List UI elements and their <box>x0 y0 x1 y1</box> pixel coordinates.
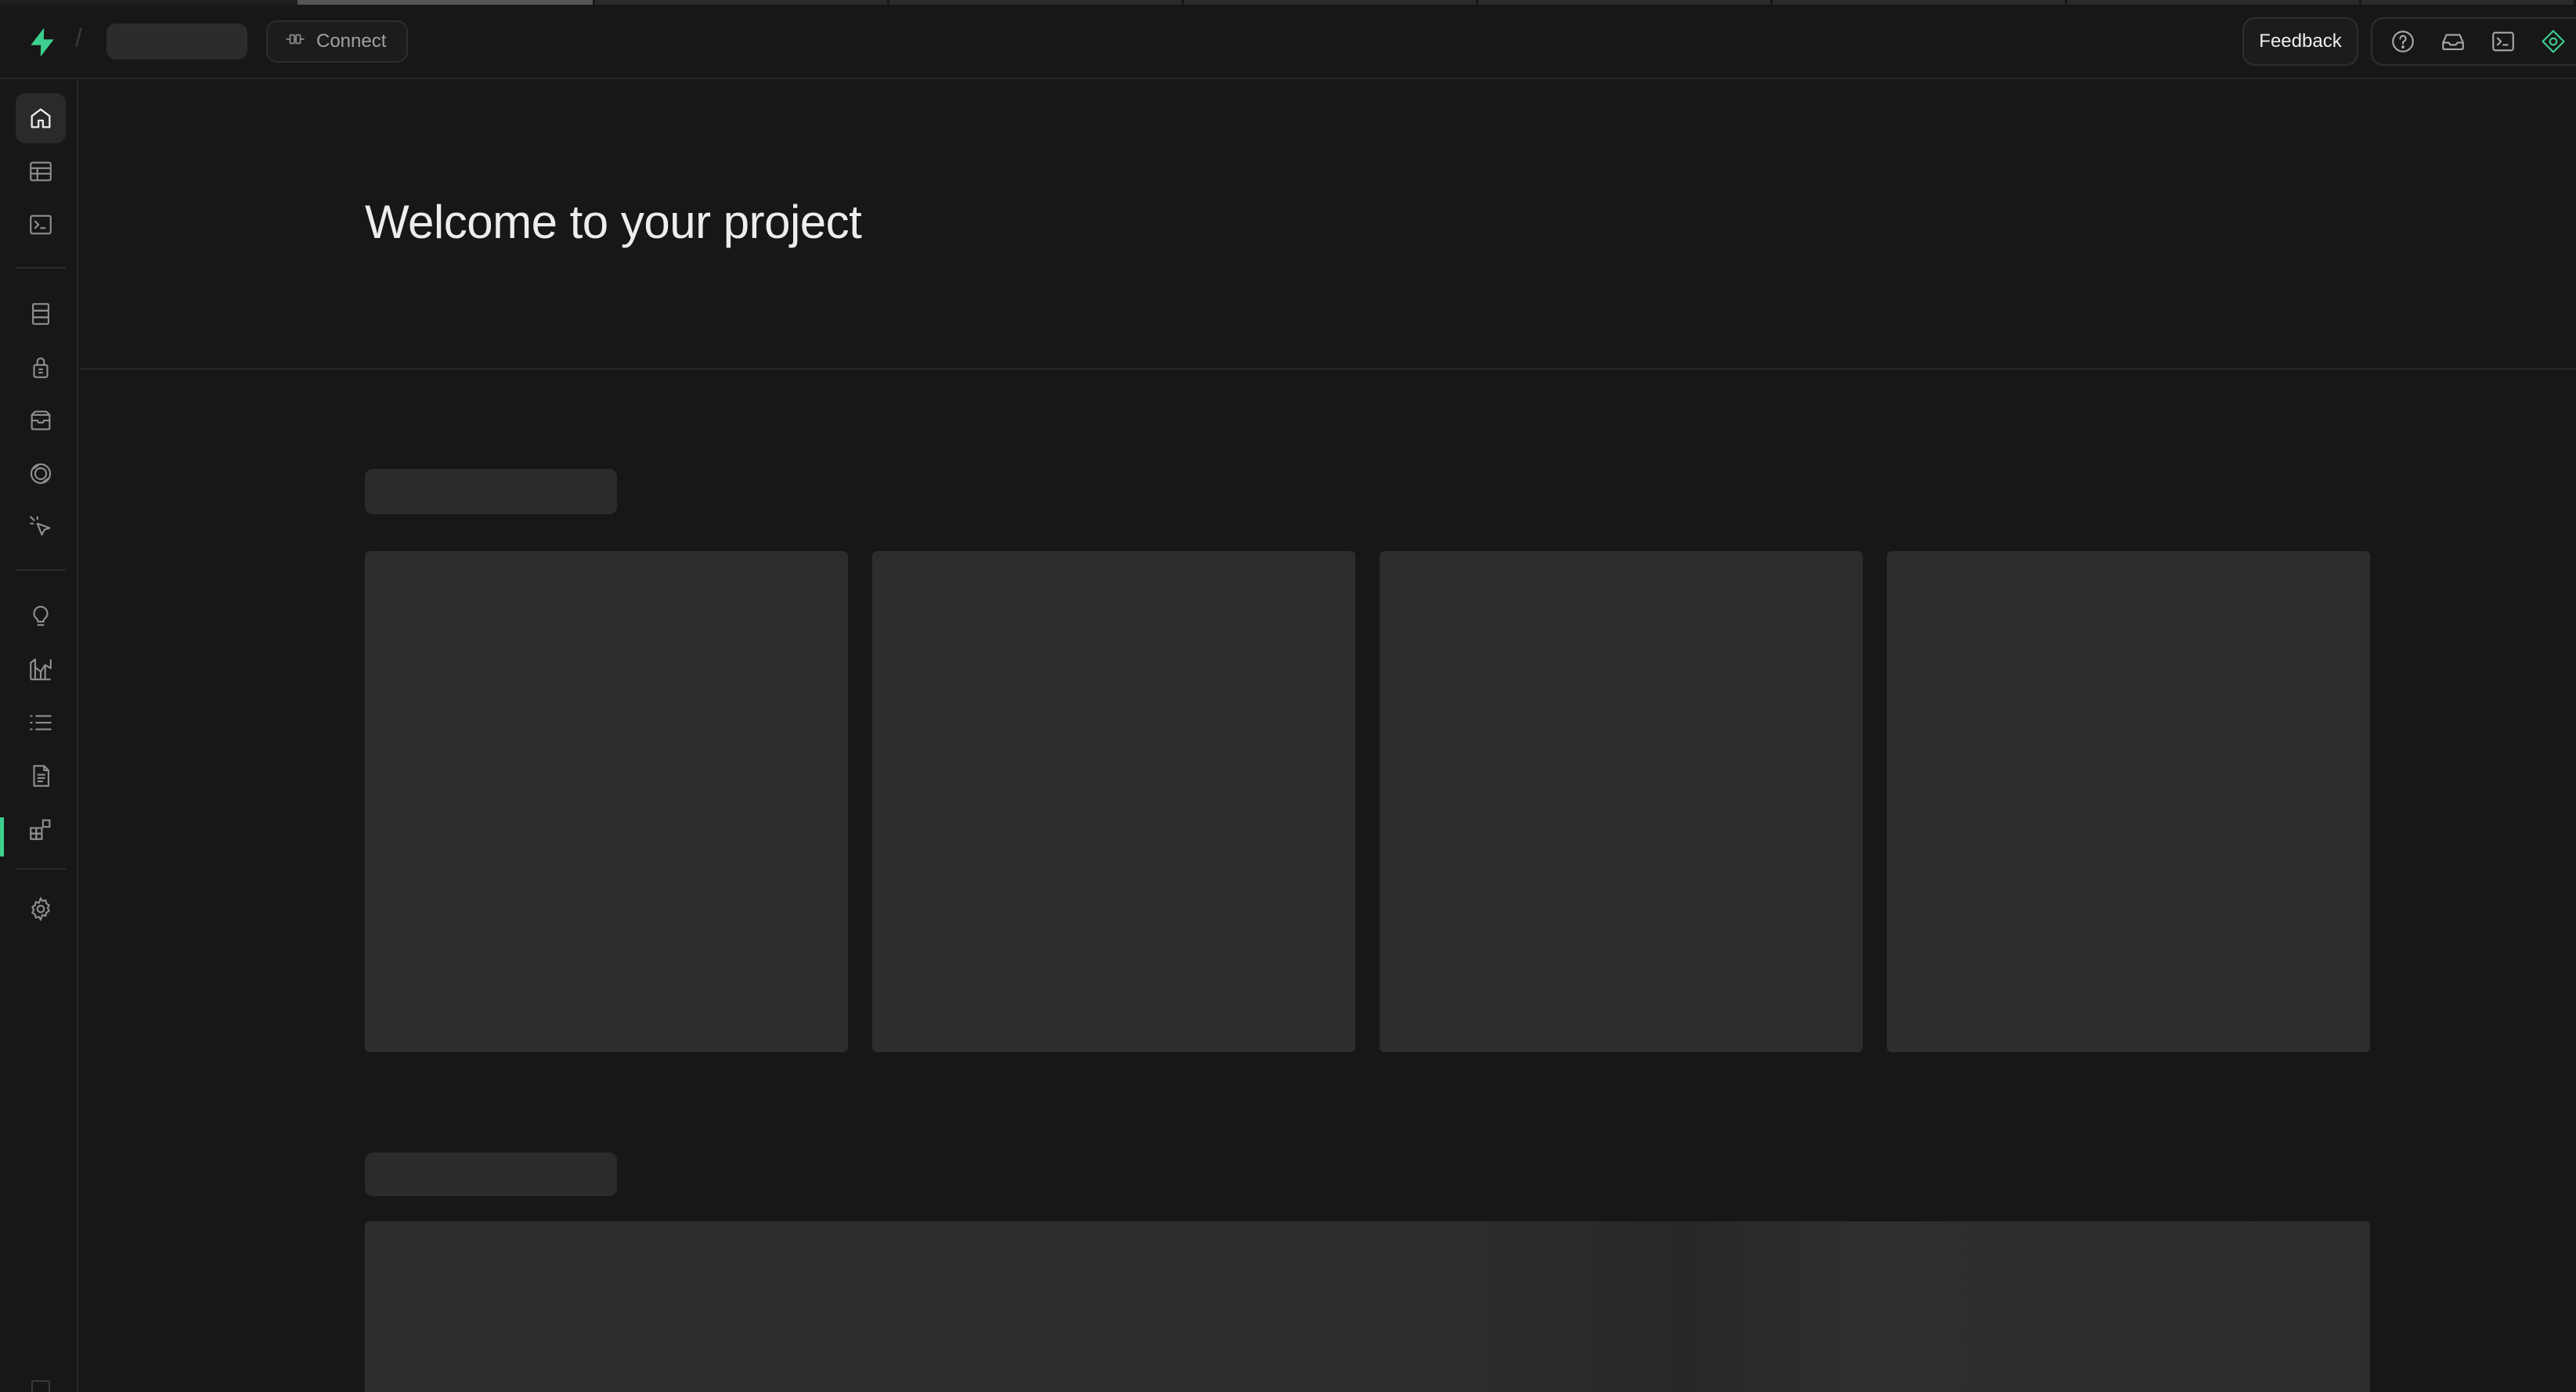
terminal-icon[interactable] <box>2485 23 2521 60</box>
loading-segment <box>1184 0 1478 5</box>
sidebar-collapse-icon[interactable] <box>31 1380 50 1392</box>
card-skeleton <box>365 551 848 1052</box>
breadcrumb-separator: / <box>75 23 82 52</box>
connect-button[interactable]: Connect <box>266 20 408 63</box>
top-bar: / Connect Feedback <box>0 0 2576 79</box>
app-window: / Connect Feedback Welcome to your proje… <box>0 0 2576 1392</box>
sidebar-item-sql-editor[interactable] <box>16 200 66 250</box>
active-indicator <box>0 817 4 856</box>
sidebar-item-settings[interactable] <box>16 884 66 934</box>
project-selector-placeholder[interactable] <box>106 23 247 60</box>
sidebar-item-advisors[interactable] <box>16 591 66 641</box>
sidebar-divider <box>16 569 66 571</box>
brand-logo-icon[interactable] <box>25 25 60 60</box>
loading-segment <box>595 0 889 5</box>
sidebar-item-integrations[interactable] <box>16 804 66 854</box>
top-icon-group <box>2371 17 2576 66</box>
sidebar-item-reports[interactable] <box>16 644 66 694</box>
inbox-icon[interactable] <box>2435 23 2471 60</box>
loading-segment <box>2067 0 2361 5</box>
sidebar-item-home[interactable] <box>16 93 66 143</box>
card-skeleton <box>872 551 1355 1052</box>
sidebar-item-logs[interactable] <box>16 698 66 748</box>
sidebar-item-realtime[interactable] <box>16 449 66 499</box>
loading-bar <box>0 0 2576 5</box>
sidebar-item-database[interactable] <box>16 289 66 339</box>
section-heading-skeleton <box>365 1152 617 1196</box>
section-heading-skeleton <box>365 469 617 514</box>
main-content: Welcome to your project <box>80 79 2576 1392</box>
assistant-icon[interactable] <box>2535 23 2571 60</box>
card-skeleton <box>1380 551 1863 1052</box>
sidebar-divider <box>16 267 66 269</box>
loading-segment <box>2361 0 2576 5</box>
loading-segment <box>1478 0 1773 5</box>
page-title: Welcome to your project <box>365 196 862 248</box>
feedback-button[interactable]: Feedback <box>2242 17 2358 66</box>
plug-icon <box>285 29 305 55</box>
sidebar-item-edge-functions[interactable] <box>16 502 66 552</box>
sidebar-item-table-editor[interactable] <box>16 146 66 197</box>
sidebar-item-auth[interactable] <box>16 342 66 392</box>
panel-skeleton <box>365 1221 2370 1392</box>
sidebar-item-api-docs[interactable] <box>16 751 66 801</box>
sidebar-divider <box>16 868 66 870</box>
card-skeleton <box>1887 551 2370 1052</box>
loading-segment <box>1773 0 2067 5</box>
loading-segment <box>889 0 1184 5</box>
sidebar <box>0 79 78 1392</box>
header-divider <box>80 368 2576 370</box>
loading-segment <box>298 0 595 5</box>
sidebar-item-storage[interactable] <box>16 395 66 445</box>
connect-label: Connect <box>316 31 387 52</box>
help-icon[interactable] <box>2385 23 2421 60</box>
